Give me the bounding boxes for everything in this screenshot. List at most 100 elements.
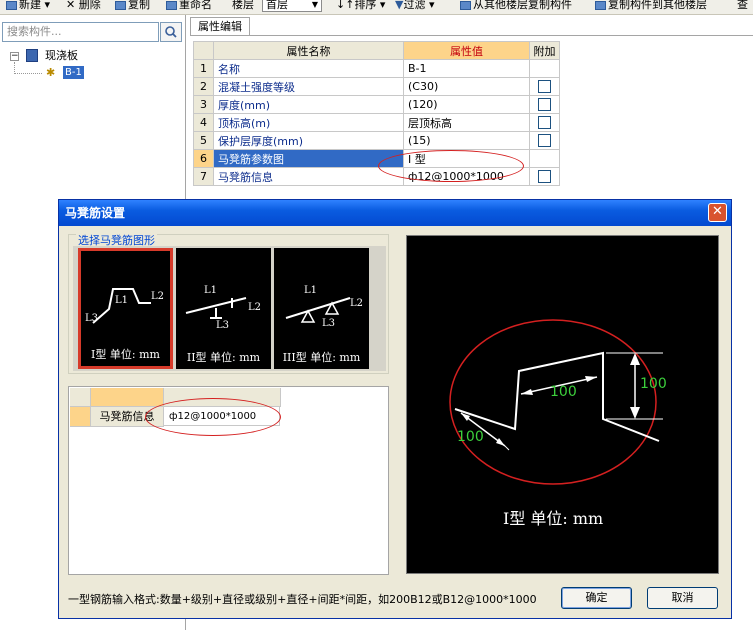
rename-button[interactable]: 重命名 bbox=[166, 0, 212, 13]
copy-to-icon bbox=[595, 0, 606, 10]
table-row[interactable]: 5 保护层厚度(mm) (15) bbox=[193, 131, 560, 150]
type-2-shape-icon: L1 L2 L3 bbox=[185, 285, 261, 331]
copy-button[interactable]: 复制 bbox=[115, 0, 150, 13]
rebar-info-grid: 马凳筋信息 ф12@1000*1000 bbox=[68, 386, 389, 575]
dialog-title: 马凳筋设置 bbox=[59, 200, 731, 226]
rebar-info-label: 马凳筋信息 bbox=[91, 407, 164, 427]
table-row[interactable]: 7 马凳筋信息 ф12@1000*1000 bbox=[193, 167, 560, 186]
new-button[interactable]: 新建 ▾ bbox=[6, 0, 50, 13]
table-row[interactable]: 3 厚度(mm) (120) bbox=[193, 95, 560, 114]
extra-checkbox[interactable] bbox=[538, 134, 551, 148]
preview-dimension: 100 bbox=[550, 384, 577, 400]
rename-icon bbox=[166, 0, 177, 10]
extra-cell bbox=[529, 59, 560, 78]
sort-button[interactable]: ↓↑排序 ▾ bbox=[336, 0, 385, 13]
search-input[interactable]: 搜索构件... bbox=[2, 22, 159, 42]
property-name: 马凳筋信息 bbox=[213, 167, 404, 186]
header-extra: 附加 bbox=[529, 41, 560, 60]
row-number: 2 bbox=[193, 77, 214, 96]
shape-label: L3 bbox=[85, 313, 98, 324]
shape-label: L1 bbox=[204, 285, 217, 296]
property-value[interactable]: (15) bbox=[403, 131, 530, 150]
header-property-value: 属性值 bbox=[403, 41, 530, 60]
filter-button[interactable]: ▼过滤 ▾ bbox=[395, 0, 435, 13]
row-number: 3 bbox=[193, 95, 214, 114]
extra-checkbox[interactable] bbox=[538, 98, 551, 112]
extra-cell bbox=[529, 95, 560, 114]
floor-label: 楼层 bbox=[232, 0, 254, 11]
row-number: 7 bbox=[193, 167, 214, 186]
extra-checkbox[interactable] bbox=[538, 170, 551, 184]
header-property-name: 属性名称 bbox=[213, 41, 404, 60]
table-row[interactable]: 2 混凝土强度等级 (C30) bbox=[193, 77, 560, 96]
shape-label: L1 bbox=[304, 285, 317, 296]
property-value[interactable]: (120) bbox=[403, 95, 530, 114]
shape-type-1[interactable]: L1 L2 L3 I型 单位: mm bbox=[78, 248, 173, 369]
grid-header-name bbox=[91, 388, 164, 407]
extra-checkbox[interactable] bbox=[538, 80, 551, 94]
row-number: 6 bbox=[193, 149, 214, 168]
shape-label: L2 bbox=[248, 302, 261, 313]
row-number: 4 bbox=[193, 113, 214, 132]
close-button[interactable]: ✕ bbox=[708, 203, 727, 222]
extra-cell bbox=[529, 113, 560, 132]
property-grid: 属性名称 属性值 附加 1 名称 B-1 2 混凝土强度等级 (C30) 3 厚… bbox=[193, 41, 560, 186]
extra-checkbox[interactable] bbox=[538, 116, 551, 130]
tree-connector bbox=[14, 73, 42, 74]
type-3-shape-icon: L1 L2 L3 bbox=[285, 285, 363, 329]
rebar-chair-dialog: 马凳筋设置 ✕ 选择马凳筋图形 L1 L2 L3 I型 单位: mm L1 L2… bbox=[58, 199, 732, 619]
copy-from-icon bbox=[460, 0, 471, 10]
format-hint: 一型钢筋输入格式:数量+级别+直径或级别+直径+间距*间距，如200B12或B1… bbox=[68, 593, 537, 606]
table-row[interactable]: 4 顶标高(m) 层顶标高 bbox=[193, 113, 560, 132]
shape-preview: 100 100 100 I型 单位: mm bbox=[406, 235, 719, 574]
cancel-button[interactable]: 取消 bbox=[647, 587, 718, 609]
shape-type-2[interactable]: L1 L2 L3 II型 单位: mm bbox=[176, 248, 271, 369]
property-name: 名称 bbox=[213, 59, 404, 78]
new-icon bbox=[6, 0, 17, 10]
shape-thumbnails: L1 L2 L3 I型 单位: mm L1 L2 L3 II型 单位: mm L… bbox=[73, 246, 386, 371]
copy-from-floor-button[interactable]: 从其他楼层复制构件 bbox=[460, 0, 572, 13]
preview-dimension: 100 bbox=[640, 376, 667, 392]
property-name: 保护层厚度(mm) bbox=[213, 131, 404, 150]
copy-icon bbox=[115, 0, 126, 10]
shape-caption: II型 单位: mm bbox=[186, 351, 261, 364]
tree-item-b1[interactable]: B-1 bbox=[63, 66, 84, 79]
property-value[interactable]: (C30) bbox=[403, 77, 530, 96]
rebar-info-value[interactable]: ф12@1000*1000 bbox=[164, 407, 280, 426]
property-name: 混凝土强度等级 bbox=[213, 77, 404, 96]
delete-button[interactable]: ✕ 删除 bbox=[66, 0, 101, 13]
shape-label: L3 bbox=[322, 318, 335, 329]
shape-type-3[interactable]: L1 L2 L3 III型 单位: mm bbox=[274, 248, 369, 369]
search-button[interactable] bbox=[160, 22, 182, 42]
property-value[interactable]: 层顶标高 bbox=[403, 113, 530, 132]
extra-cell bbox=[529, 167, 560, 186]
row-number: 5 bbox=[193, 131, 214, 150]
main-toolbar: 新建 ▾ ✕ 删除 复制 重命名 楼层 首层 ▼ ↓↑排序 ▾ ▼过滤 ▾ 从其他… bbox=[0, 0, 753, 15]
copy-to-floor-button[interactable]: 复制构件到其他楼层 bbox=[595, 0, 707, 13]
floor-select[interactable]: 首层 ▼ bbox=[262, 0, 322, 12]
slab-folder-icon bbox=[26, 49, 38, 62]
property-value[interactable]: ф12@1000*1000 bbox=[403, 167, 530, 186]
extra-cell bbox=[529, 149, 560, 168]
type-1-shape-icon: L1 L2 L3 bbox=[85, 288, 164, 324]
property-name: 顶标高(m) bbox=[213, 113, 404, 132]
chevron-down-icon: ▼ bbox=[311, 0, 318, 9]
tab-property-edit[interactable]: 属性编辑 bbox=[190, 17, 250, 35]
type-1-preview-drawing: 100 100 100 I型 单位: mm bbox=[449, 319, 667, 528]
table-row-selected[interactable]: 6 马凳筋参数图 I 型 bbox=[193, 149, 560, 168]
extra-cell bbox=[529, 77, 560, 96]
property-value[interactable]: B-1 bbox=[403, 59, 530, 78]
grid-header-value bbox=[164, 388, 281, 407]
shape-label: L1 bbox=[115, 295, 128, 306]
ok-button[interactable]: 确定 bbox=[561, 587, 632, 609]
tree-item-cast-slab[interactable]: 现浇板 bbox=[45, 49, 78, 63]
table-row[interactable]: 1 名称 B-1 bbox=[193, 59, 560, 78]
shape-label: L2 bbox=[151, 291, 164, 302]
property-value[interactable]: I 型 bbox=[403, 149, 530, 168]
more-button[interactable]: 查 bbox=[737, 0, 748, 13]
delete-icon: ✕ bbox=[66, 0, 76, 11]
tree-collapse-toggle[interactable]: − bbox=[10, 52, 19, 61]
search-icon bbox=[165, 26, 177, 38]
sort-icon: ↓↑ bbox=[336, 0, 355, 11]
grid-row-indicator bbox=[70, 407, 91, 427]
